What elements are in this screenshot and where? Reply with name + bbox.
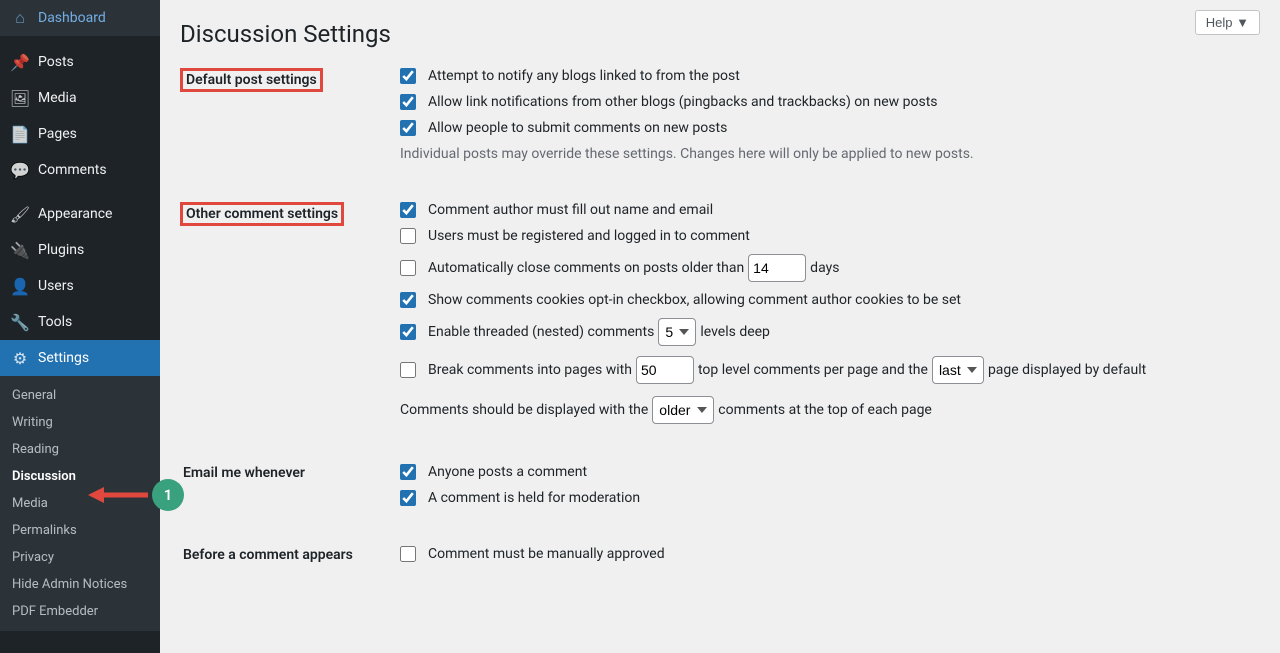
select-comment-order[interactable]: older bbox=[652, 396, 714, 424]
section-other-comment: Other comment settings Comment author mu… bbox=[180, 202, 1260, 434]
checkbox-label: Comment must be manually approved bbox=[428, 546, 665, 562]
checkbox-author-name-email[interactable] bbox=[400, 202, 416, 218]
sidebar-item-pages[interactable]: 📄 Pages bbox=[0, 116, 160, 152]
label-top-of-page: comments at the top of each page bbox=[718, 402, 932, 418]
input-close-days[interactable] bbox=[748, 254, 806, 282]
checkbox-label: Comment author must fill out name and em… bbox=[428, 202, 713, 218]
help-button[interactable]: Help ▼ bbox=[1195, 10, 1260, 35]
sidebar-item-users[interactable]: 👤 Users bbox=[0, 268, 160, 304]
select-thread-depth[interactable]: 5 bbox=[658, 318, 696, 346]
checkbox-label: Break comments into pages with bbox=[428, 362, 632, 378]
checkbox-anyone-posts[interactable] bbox=[400, 464, 416, 480]
sidebar-item-label: Plugins bbox=[38, 242, 84, 258]
checkbox-registered-logged-in[interactable] bbox=[400, 228, 416, 244]
sidebar-item-label: Media bbox=[38, 90, 77, 106]
checkbox-label: Enable threaded (nested) comments bbox=[428, 324, 654, 340]
label-levels-deep: levels deep bbox=[700, 324, 770, 340]
sidebar-item-settings[interactable]: ⚙ Settings bbox=[0, 340, 160, 376]
sidebar-item-plugins[interactable]: 🔌 Plugins bbox=[0, 232, 160, 268]
submenu-item-media[interactable]: Media bbox=[0, 490, 160, 517]
pin-icon: 📌 bbox=[10, 52, 30, 72]
sidebar-item-label: Settings bbox=[38, 350, 89, 366]
checkbox-held-moderation[interactable] bbox=[400, 490, 416, 506]
sidebar-item-label: Users bbox=[38, 278, 74, 294]
user-icon: 👤 bbox=[10, 276, 30, 296]
pages-icon: 📄 bbox=[10, 124, 30, 144]
select-default-page[interactable]: last bbox=[932, 356, 984, 384]
label-per-page: top level comments per page and the bbox=[698, 362, 928, 378]
checkbox-allow-pingbacks[interactable] bbox=[400, 94, 416, 110]
checkbox-cookies-opt-in[interactable] bbox=[400, 292, 416, 308]
sliders-icon: ⚙ bbox=[10, 348, 30, 368]
checkbox-break-pages[interactable] bbox=[400, 362, 416, 378]
sidebar-item-dashboard[interactable]: ⌂ Dashboard bbox=[0, 0, 160, 36]
brush-icon: 🖌 bbox=[10, 204, 30, 224]
checkbox-allow-comments[interactable] bbox=[400, 120, 416, 136]
label-displayed-with: Comments should be displayed with the bbox=[400, 402, 648, 418]
sidebar-item-posts[interactable]: 📌 Posts bbox=[0, 44, 160, 80]
wrench-icon: 🔧 bbox=[10, 312, 30, 332]
submenu-item-writing[interactable]: Writing bbox=[0, 409, 160, 436]
checkbox-label: Allow people to submit comments on new p… bbox=[428, 120, 727, 136]
sidebar-item-label: Tools bbox=[38, 314, 72, 330]
checkbox-label: Show comments cookies opt-in checkbox, a… bbox=[428, 292, 961, 308]
submenu-item-hide-admin-notices[interactable]: Hide Admin Notices bbox=[0, 571, 160, 598]
submenu-item-general[interactable]: General bbox=[0, 382, 160, 409]
section-heading-email-me: Email me whenever bbox=[180, 464, 308, 482]
checkbox-label: A comment is held for moderation bbox=[428, 490, 640, 506]
sidebar-item-label: Appearance bbox=[38, 206, 112, 222]
sidebar-item-label: Dashboard bbox=[38, 10, 106, 26]
submenu-item-reading[interactable]: Reading bbox=[0, 436, 160, 463]
label-days: days bbox=[810, 260, 839, 276]
checkbox-label: Allow link notifications from other blog… bbox=[428, 94, 938, 110]
admin-sidebar: ⌂ Dashboard 📌 Posts 🖼 Media 📄 Pages 💬 Co… bbox=[0, 0, 160, 653]
settings-submenu: General Writing Reading Discussion Media… bbox=[0, 376, 160, 631]
section-heading-default-post: Default post settings bbox=[180, 68, 323, 92]
checkbox-threaded-comments[interactable] bbox=[400, 324, 416, 340]
checkbox-label: Users must be registered and logged in t… bbox=[428, 228, 750, 244]
checkbox-label: Anyone posts a comment bbox=[428, 464, 587, 480]
label-page-displayed: page displayed by default bbox=[988, 362, 1146, 378]
plug-icon: 🔌 bbox=[10, 240, 30, 260]
checkbox-manually-approved[interactable] bbox=[400, 546, 416, 562]
sidebar-item-label: Comments bbox=[38, 162, 107, 178]
section-default-post: Default post settings Attempt to notify … bbox=[180, 68, 1260, 172]
sidebar-item-label: Pages bbox=[38, 126, 77, 142]
section-heading-before-appears: Before a comment appears bbox=[180, 546, 356, 564]
comments-icon: 💬 bbox=[10, 160, 30, 180]
section-heading-other-comment: Other comment settings bbox=[180, 202, 344, 226]
dashboard-icon: ⌂ bbox=[10, 8, 30, 28]
checkbox-label: Automatically close comments on posts ol… bbox=[428, 260, 744, 276]
submenu-item-pdf-embedder[interactable]: PDF Embedder bbox=[0, 598, 160, 625]
page-title: Discussion Settings bbox=[180, 20, 1260, 48]
checkbox-notify-linked-blogs[interactable] bbox=[400, 68, 416, 84]
input-comments-per-page[interactable] bbox=[636, 356, 694, 384]
checkbox-label: Attempt to notify any blogs linked to fr… bbox=[428, 68, 740, 84]
submenu-item-permalinks[interactable]: Permalinks bbox=[0, 517, 160, 544]
section-before-appears: Before a comment appears Comment must be… bbox=[180, 546, 1260, 572]
sidebar-item-label: Posts bbox=[38, 54, 74, 70]
submenu-item-privacy[interactable]: Privacy bbox=[0, 544, 160, 571]
section-note: Individual posts may override these sett… bbox=[400, 146, 1260, 162]
section-email-me: Email me whenever Anyone posts a comment… bbox=[180, 464, 1260, 516]
submenu-item-discussion[interactable]: Discussion bbox=[0, 463, 160, 490]
sidebar-item-comments[interactable]: 💬 Comments bbox=[0, 152, 160, 188]
checkbox-auto-close[interactable] bbox=[400, 260, 416, 276]
content-area: Help ▼ Discussion Settings Default post … bbox=[160, 0, 1280, 653]
media-icon: 🖼 bbox=[10, 88, 30, 108]
sidebar-item-appearance[interactable]: 🖌 Appearance bbox=[0, 196, 160, 232]
sidebar-item-media[interactable]: 🖼 Media bbox=[0, 80, 160, 116]
sidebar-item-tools[interactable]: 🔧 Tools bbox=[0, 304, 160, 340]
